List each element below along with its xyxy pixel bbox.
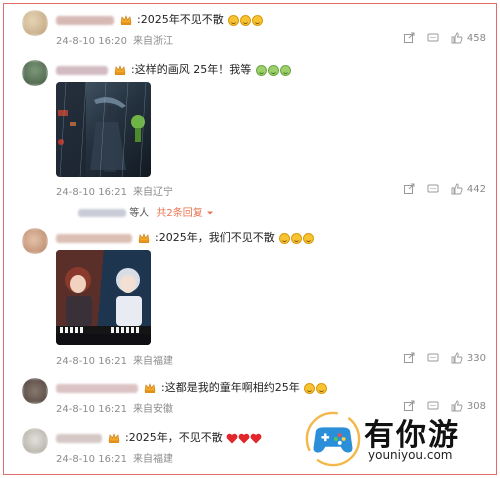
emoji-icon [291,232,303,244]
youniyou-watermark-logo: 有你游 youniyou.com [304,408,490,470]
emoji-icon [228,14,240,26]
comment-meta: 24-8-10 16:21 来自福建 [56,450,179,465]
share-icon[interactable] [403,32,415,44]
emoji-icon [316,382,328,394]
emoji-icon [255,64,267,76]
emoji-icon [267,64,279,76]
red-heart-icon [250,433,262,443]
reply-suffix: 等人 [129,208,150,219]
comment-actions: 330 [391,352,486,364]
comment-header: :2025年，不见不散 [56,431,262,445]
comment-icon[interactable] [427,183,439,195]
comment-location: 来自辽宁 [133,187,174,198]
avatar[interactable] [22,228,48,254]
comment-actions: 458 [391,32,486,44]
emoji-icon [303,232,315,244]
comment-header: :2025年不见不散 [56,13,264,27]
comment-location: 来自浙江 [133,36,174,47]
like-icon[interactable] [451,352,463,364]
like-icon[interactable] [451,183,463,195]
anime-rain-scene-image [56,82,151,177]
reply-summary[interactable]: 等人 共2条回复 [78,204,214,219]
gamepad-icon [305,411,361,467]
comment-text: :2025年，不见不散 [125,431,223,444]
comment-date: 24-8-10 16:21 [56,454,128,465]
comment-date: 24-8-10 16:21 [56,404,128,415]
comment-meta: 24-8-10 16:21 来自福建 [56,352,179,367]
avatar[interactable] [22,10,48,36]
username[interactable] [56,233,132,243]
comment-image[interactable] [56,82,151,177]
comment-date: 24-8-10 16:21 [56,187,128,198]
chevron-down-icon [206,211,213,215]
comment-image[interactable] [56,250,151,345]
red-heart-icon [226,433,238,443]
comment-meta: 24-8-10 16:20 来自浙江 [56,32,179,47]
anime-piano-duo-image [56,250,151,345]
avatar[interactable] [22,60,48,86]
comment-header: :2025年，我们不见不散 [56,231,315,245]
emoji-icon [240,14,252,26]
crown-badge-icon [138,233,149,243]
watermark-url: youniyou.com [368,448,453,462]
comment-icon[interactable] [427,32,439,44]
comment-text: :这样的画风 25年！我等 [131,63,252,76]
comment-icon[interactable] [427,352,439,364]
comment-location: 来自安徽 [133,404,174,415]
crown-badge-icon [144,383,155,393]
comment-actions: 442 [391,183,486,195]
comment-location: 来自福建 [133,454,174,465]
crown-badge-icon [108,433,119,443]
username[interactable] [56,15,114,25]
comment-header: :这样的画风 25年！我等 [56,63,291,77]
comment-text: :2025年，我们不见不散 [155,231,275,244]
like-count: 442 [466,183,486,195]
comment-text: :这都是我的童年啊相约25年 [161,381,300,394]
crown-badge-icon [114,65,125,75]
comment-meta: 24-8-10 16:21 来自安徽 [56,400,179,415]
crown-badge-icon [120,15,131,25]
like-icon[interactable] [451,32,463,44]
comment-header: :这都是我的童年啊相约25年 [56,381,328,395]
comment-location: 来自福建 [133,356,174,367]
emoji-icon [279,64,291,76]
avatar[interactable] [22,428,48,454]
avatar[interactable] [22,378,48,404]
reply-username [78,209,126,217]
username[interactable] [56,383,138,393]
emoji-icon [252,14,264,26]
red-heart-icon [238,433,250,443]
comment-meta: 24-8-10 16:21 来自辽宁 [56,183,179,198]
like-count: 458 [466,32,486,44]
more-replies-link[interactable]: 共2条回复 [156,208,202,219]
comment-feed: :2025年不见不散 24-8-10 16:20 来自浙江 458 :这样的画风 … [3,3,497,475]
share-icon[interactable] [403,352,415,364]
username[interactable] [56,65,108,75]
share-icon[interactable] [403,183,415,195]
emoji-icon [304,382,316,394]
comment-date: 24-8-10 16:21 [56,356,128,367]
comment-date: 24-8-10 16:20 [56,36,128,47]
like-count: 330 [466,352,486,364]
username[interactable] [56,433,102,443]
comment-text: :2025年不见不散 [137,13,224,26]
emoji-icon [279,232,291,244]
